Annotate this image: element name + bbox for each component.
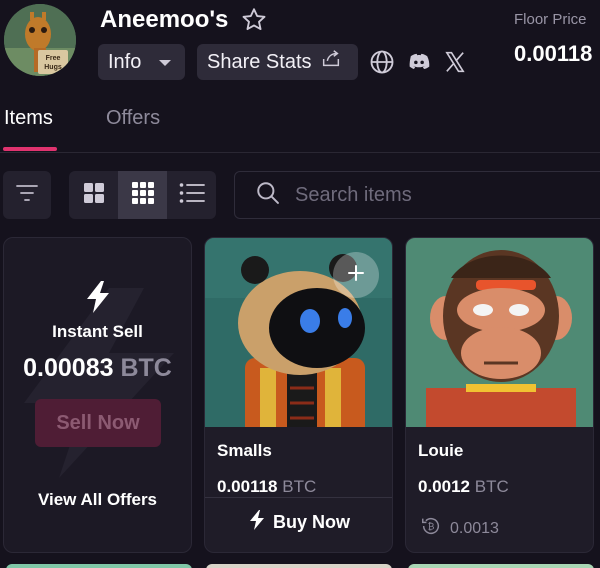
lightning-icon (84, 280, 112, 319)
star-icon[interactable] (240, 6, 268, 34)
instant-sell-price-value: 0.00083 (23, 354, 114, 382)
avatar-sign-text: Free (46, 55, 61, 62)
active-tab-indicator (3, 147, 57, 151)
list-icon (179, 182, 205, 209)
share-stats-button[interactable]: Share Stats (197, 44, 358, 80)
grid-small-icon (131, 181, 155, 210)
lightning-icon (249, 510, 265, 535)
last-sale-value: 0.0013 (450, 519, 499, 537)
item-price: 0.0012 BTC (418, 477, 509, 497)
share-stats-label: Share Stats (207, 50, 312, 73)
view-small-grid-button[interactable] (118, 171, 167, 219)
plus-icon (347, 264, 365, 287)
grid-large-icon (83, 182, 105, 209)
svg-text:₿: ₿ (428, 522, 435, 532)
discord-icon[interactable] (405, 48, 433, 76)
collection-title: Aneemoo's (100, 6, 229, 33)
item-name: Smalls (217, 441, 272, 460)
instant-sell-price-unit: BTC (120, 354, 172, 382)
instant-sell-price: 0.00083 BTC (4, 354, 191, 383)
chevron-down-icon (157, 51, 173, 74)
buy-now-button[interactable]: Buy Now (205, 510, 392, 535)
item-price-value: 0.00118 (217, 477, 278, 496)
search-icon (255, 180, 281, 211)
item-price-value: 0.0012 (418, 477, 470, 496)
filter-button[interactable] (3, 171, 51, 219)
search-input[interactable] (295, 183, 595, 207)
next-row-card (408, 564, 594, 568)
tab-items[interactable]: Items (4, 107, 53, 130)
view-list-button[interactable] (167, 171, 216, 219)
next-row-card (206, 564, 392, 568)
search-box (234, 171, 600, 219)
view-all-offers-link[interactable]: View All Offers (4, 490, 191, 510)
item-name: Louie (418, 441, 464, 460)
tab-offers[interactable]: Offers (106, 107, 160, 130)
filter-icon (15, 183, 39, 208)
svg-text:Hugs: Hugs (44, 64, 62, 71)
item-card-smalls[interactable]: Smalls 0.00118 BTC Buy Now (204, 237, 393, 553)
globe-icon[interactable] (368, 48, 396, 76)
item-card-louie[interactable]: Louie 0.0012 BTC ₿ 0.0013 (405, 237, 594, 553)
floor-price-label: Floor Price (514, 11, 587, 28)
nft-image-louie[interactable] (406, 238, 593, 438)
view-mode-toggle (69, 171, 216, 219)
floor-price-value: 0.00118 (514, 41, 593, 66)
item-price: 0.00118 BTC (217, 477, 316, 497)
view-large-grid-button[interactable] (69, 171, 118, 219)
instant-sell-title: Instant Sell (52, 322, 143, 341)
x-icon[interactable] (441, 48, 469, 76)
last-sale: ₿ 0.0013 (420, 515, 499, 542)
buy-now-label: Buy Now (272, 512, 350, 532)
next-row-card (6, 564, 192, 568)
info-dropdown-button[interactable]: Info (98, 44, 185, 80)
instant-sell-card: Instant Sell 0.00083 BTC Sell Now View A… (3, 237, 192, 553)
collection-avatar: Free Hugs (4, 4, 76, 76)
sell-now-button[interactable]: Sell Now (35, 399, 161, 447)
add-to-cart-button[interactable] (333, 252, 379, 298)
share-icon (320, 48, 342, 76)
last-sale-icon: ₿ (420, 515, 442, 542)
card-divider (205, 497, 392, 498)
info-label: Info (108, 50, 142, 73)
item-price-unit: BTC (282, 477, 317, 496)
tabs-divider (0, 152, 600, 153)
item-price-unit: BTC (474, 477, 509, 496)
